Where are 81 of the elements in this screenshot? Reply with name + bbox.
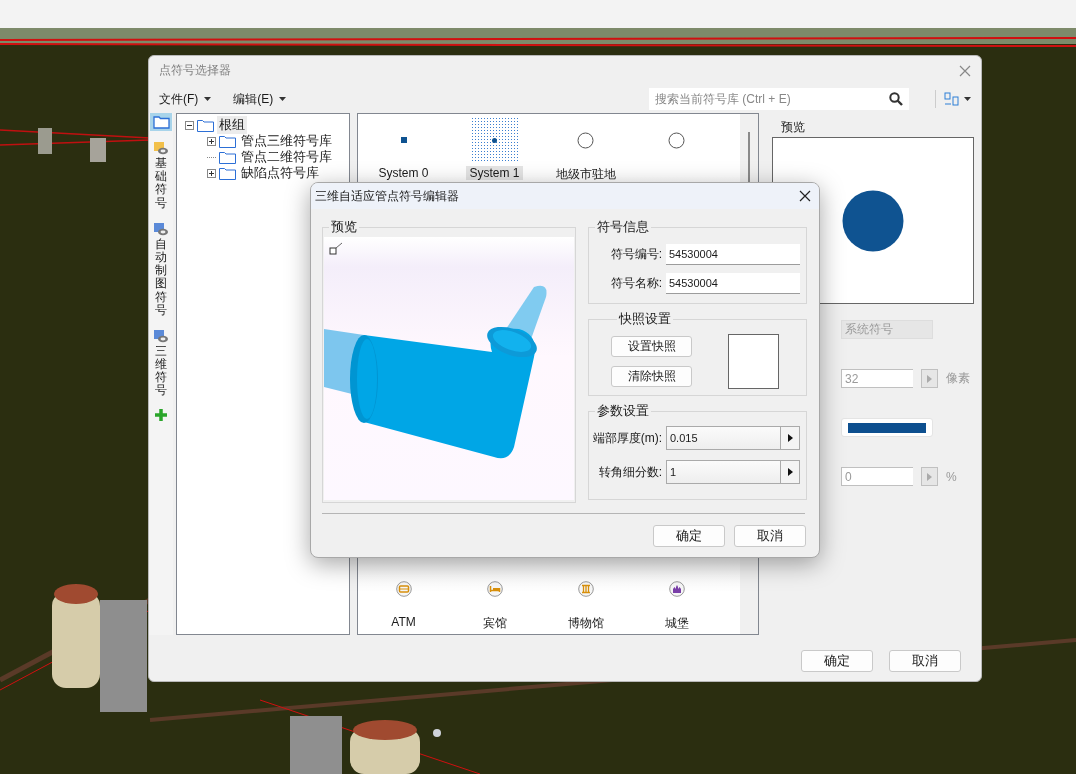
snapshot-button[interactable]: 清除快照 xyxy=(611,366,692,387)
dialog-title: 三维自适应管点符号编辑器 xyxy=(315,187,459,205)
field-label: 符号编号: xyxy=(610,246,662,263)
spin-button[interactable] xyxy=(780,460,800,484)
number-field[interactable]: 0.015 xyxy=(666,426,780,450)
close-icon[interactable] xyxy=(799,190,811,202)
dialog-button[interactable]: 确定 xyxy=(653,525,725,547)
folder-icon xyxy=(152,115,170,129)
symbol-item[interactable]: 宾馆 xyxy=(449,566,540,632)
group-title: 参数设置 xyxy=(596,402,650,420)
caret-icon xyxy=(204,97,212,101)
library-icon xyxy=(153,221,169,236)
symbol-item[interactable]: System 0 xyxy=(358,117,449,183)
folder-icon xyxy=(219,150,236,164)
dot-symbol-icon xyxy=(492,137,497,143)
pillar-drawing xyxy=(290,716,342,774)
bed-symbol-icon xyxy=(486,581,503,597)
unit-label: % xyxy=(946,469,957,484)
dialog-button[interactable]: 确定 xyxy=(801,650,873,672)
menu-item[interactable]: 文件(F) xyxy=(157,88,214,110)
dialog-button[interactable]: 取消 xyxy=(889,650,961,672)
caret-icon xyxy=(279,97,287,101)
field-label: 端部厚度(m): xyxy=(592,429,662,447)
arrow-icon xyxy=(927,374,932,383)
castle-symbol-icon xyxy=(668,581,685,597)
symbol-item[interactable]: System 1 xyxy=(449,117,540,183)
search-icon xyxy=(889,92,903,106)
library-icon xyxy=(153,328,169,343)
columns-symbol-icon xyxy=(577,581,594,597)
preview-title: 预览 xyxy=(780,119,806,135)
group-title: 预览 xyxy=(330,218,358,236)
spin-button[interactable] xyxy=(780,426,800,450)
library-tab[interactable]: 三维符号 xyxy=(150,326,172,400)
node-drawing xyxy=(433,729,441,737)
search-field[interactable]: 搜索当前符号库 (Ctrl + E) xyxy=(649,88,909,110)
square-symbol-icon xyxy=(400,137,407,143)
menu-item[interactable]: 编辑(E) xyxy=(231,88,289,110)
group-title: 快照设置 xyxy=(618,310,672,328)
tree-item[interactable]: 缺陷点符号库 xyxy=(239,164,321,182)
circle-symbol-icon xyxy=(577,131,594,149)
manhole-drawing xyxy=(38,128,106,162)
color-picker[interactable] xyxy=(841,418,933,437)
text-field[interactable]: 54530004 xyxy=(666,244,800,265)
view-mode-icon xyxy=(944,92,960,106)
window-title: 点符号选择器 xyxy=(159,62,231,79)
text-field[interactable]: 54530004 xyxy=(666,273,800,294)
cube-axis-icon xyxy=(329,242,343,256)
symbol-item[interactable]: 地级市驻地 xyxy=(540,117,631,183)
arrow-icon xyxy=(787,434,793,442)
circle-symbol-icon xyxy=(668,131,685,149)
library-tab[interactable]: 基础符号 xyxy=(150,139,172,212)
number-field[interactable]: 1 xyxy=(666,460,780,484)
caret-icon xyxy=(964,97,971,101)
symbol-item[interactable]: 博物馆 xyxy=(540,566,631,632)
library-tab[interactable]: 自动制图符号 xyxy=(150,219,172,319)
tree-item[interactable]: 管点三维符号库 xyxy=(239,132,334,150)
atm-symbol-icon xyxy=(395,581,412,597)
expand-icon[interactable] xyxy=(207,168,216,178)
symbol-item[interactable]: 城堡 xyxy=(631,566,722,632)
add-icon[interactable] xyxy=(154,407,168,422)
tank-drawing xyxy=(350,720,420,774)
folder-tab[interactable] xyxy=(150,113,172,131)
library-icon xyxy=(153,141,169,155)
tree-item[interactable]: 根组 xyxy=(217,116,247,134)
snapshot-button[interactable]: 设置快照 xyxy=(611,336,692,357)
field-label: 转角细分数: xyxy=(598,463,662,481)
circle-symbol-preview xyxy=(842,189,904,252)
folder-icon xyxy=(197,118,214,132)
arrow-icon xyxy=(927,472,932,481)
tree-item[interactable]: 管点二维符号库 xyxy=(239,148,334,166)
folder-icon xyxy=(219,166,236,180)
group-title: 符号信息 xyxy=(596,218,650,236)
expand-icon[interactable] xyxy=(207,136,216,146)
view-mode-button[interactable] xyxy=(935,90,973,108)
field-label: 符号名称: xyxy=(610,275,662,292)
symbol-item[interactable]: ATM xyxy=(358,566,449,632)
collapse-icon[interactable] xyxy=(185,120,194,130)
arrow-icon xyxy=(787,468,793,476)
unit-label: 像素 xyxy=(946,370,970,387)
dialog-button[interactable]: 取消 xyxy=(734,525,806,547)
snapshot-preview xyxy=(728,334,779,389)
